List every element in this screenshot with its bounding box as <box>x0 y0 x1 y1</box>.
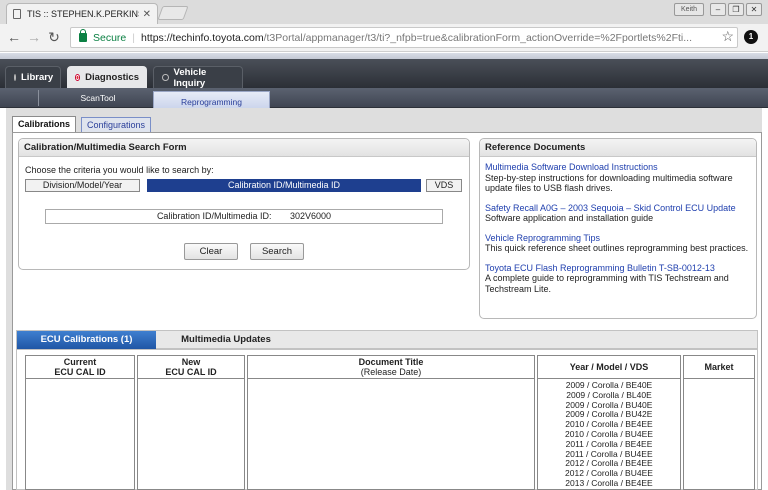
tab-library[interactable]: Library <box>5 66 61 88</box>
document-icon <box>13 9 21 19</box>
list-item: Vehicle Reprogramming Tips This quick re… <box>485 233 753 254</box>
tab-library-label: Library <box>21 72 54 83</box>
browser-tab-title: TIS :: STEPHEN.K.PERKINS <box>26 9 139 19</box>
browser-toolbar: ← → ↻ Secure | https://techinfo.toyota.c… <box>0 24 768 52</box>
radio-icon <box>14 74 16 81</box>
reference-link[interactable]: Safety Recall A0G – 2003 Sequoia – Skid … <box>485 203 753 214</box>
reference-description: A complete guide to reprogramming with T… <box>485 273 729 294</box>
tab-diagnostics-label: Diagnostics <box>85 71 139 83</box>
url-host: https://techinfo.toyota.com <box>141 31 264 44</box>
cell-document-title <box>247 379 535 490</box>
criteria-calibration-id-button[interactable]: Calibration ID/Multimedia ID <box>147 179 421 192</box>
browser-tab[interactable]: TIS :: STEPHEN.K.PERKINS ✕ <box>6 3 158 24</box>
back-arrow-icon[interactable]: ← <box>6 29 22 45</box>
forward-arrow-icon[interactable]: → <box>26 29 42 45</box>
tab-vehicle-inquiry[interactable]: Vehicle Inquiry <box>153 66 243 89</box>
search-form: Calibration/Multimedia Search Form Choos… <box>18 138 470 270</box>
reference-documents: Reference Documents Multimedia Software … <box>479 138 757 319</box>
column-year-model-vds: Year / Model / VDS <box>537 355 681 379</box>
url-path: /t3Portal/appmanager/t3/ti?_nfpb=true&ca… <box>263 31 692 44</box>
reference-documents-title: Reference Documents <box>480 139 756 157</box>
cell-market <box>683 379 755 490</box>
table-row[interactable]: 2009 / Corolla / BE40E 2009 / Corolla / … <box>25 379 755 490</box>
column-header-line: ECU CAL ID <box>165 367 217 377</box>
column-market: Market <box>683 355 755 379</box>
reload-icon[interactable]: ↻ <box>46 29 62 46</box>
app-main-nav: Library Diagnostics Vehicle Inquiry <box>0 59 768 89</box>
close-window-button[interactable]: ✕ <box>746 3 762 16</box>
criteria-division-model-year-button[interactable]: Division/Model/Year <box>25 179 140 192</box>
window-controls: Keith – ❐ ✕ <box>674 3 762 16</box>
tab-scantool[interactable]: ScanTool <box>62 88 134 108</box>
tab-vehicle-inquiry-label: Vehicle Inquiry <box>173 66 207 89</box>
column-header-line: New <box>181 357 201 367</box>
cell-new-ecu-cal-id <box>137 379 245 490</box>
year-model-vds-list: 2009 / Corolla / BE40E 2009 / Corolla / … <box>565 380 653 488</box>
reference-link[interactable]: Toyota ECU Flash Reprogramming Bulletin … <box>485 263 753 274</box>
profile-button[interactable]: Keith <box>674 3 704 16</box>
results-table: Current ECU CAL ID New ECU CAL ID Docume… <box>23 355 757 490</box>
lock-icon <box>79 29 87 42</box>
minimize-button[interactable]: – <box>710 3 726 16</box>
tab-diagnostics[interactable]: Diagnostics <box>67 66 147 88</box>
reference-link[interactable]: Multimedia Software Download Instruction… <box>485 162 753 173</box>
results-table-container: Current ECU CAL ID New ECU CAL ID Docume… <box>16 349 758 490</box>
extension-badge-icon[interactable]: 1 <box>744 30 758 44</box>
clear-button[interactable]: Clear <box>184 243 238 260</box>
maximize-button[interactable]: ❐ <box>728 3 744 16</box>
secure-label: Secure <box>93 31 127 44</box>
table-header-row: Current ECU CAL ID New ECU CAL ID Docume… <box>25 355 755 379</box>
calibration-id-label: Calibration ID/Multimedia ID: <box>156 211 272 221</box>
calibration-id-value: 302V6000 <box>290 211 332 221</box>
tab-multimedia-updates[interactable]: Multimedia Updates <box>162 331 290 349</box>
radio-icon <box>162 74 169 81</box>
column-header-line: ECU CAL ID <box>54 367 106 377</box>
column-header-line: Current <box>63 357 97 367</box>
radio-selected-icon <box>75 73 81 81</box>
list-item: Safety Recall A0G – 2003 Sequoia – Skid … <box>485 203 753 224</box>
cell-current-ecu-cal-id <box>25 379 135 490</box>
browser-tab-strip: TIS :: STEPHEN.K.PERKINS ✕ Keith – ❐ ✕ <box>0 0 768 24</box>
column-new-ecu-cal-id: New ECU CAL ID <box>137 355 245 379</box>
results-tabs: ECU Calibrations (1) Multimedia Updates <box>16 330 758 349</box>
criteria-vds-button[interactable]: VDS <box>426 179 462 192</box>
calibration-id-field[interactable]: Calibration ID/Multimedia ID: 302V6000 <box>45 209 443 224</box>
url-separator: | <box>132 31 136 44</box>
tab-configurations[interactable]: Configurations <box>81 117 152 133</box>
list-item: Multimedia Software Download Instruction… <box>485 162 753 194</box>
bookmark-star-icon[interactable]: ☆ <box>721 28 734 45</box>
reference-description: This quick reference sheet outlines repr… <box>485 243 749 253</box>
sub-nav: ScanTool Reprogramming <box>0 88 768 111</box>
reference-description: Software application and installation gu… <box>485 213 654 223</box>
search-button[interactable]: Search <box>250 243 304 260</box>
column-header-subline: (Release Date) <box>360 367 422 377</box>
cell-year-model-vds: 2009 / Corolla / BE40E 2009 / Corolla / … <box>537 379 681 490</box>
tab-calibrations[interactable]: Calibrations <box>12 116 77 133</box>
list-item: Toyota ECU Flash Reprogramming Bulletin … <box>485 263 753 295</box>
close-tab-icon[interactable]: ✕ <box>143 9 151 20</box>
reference-list: Multimedia Software Download Instruction… <box>485 162 753 303</box>
criteria-label: Choose the criteria you would like to se… <box>25 165 214 175</box>
divider <box>38 90 39 106</box>
new-tab-button[interactable] <box>157 6 189 20</box>
reference-description: Step-by-step instructions for downloadin… <box>485 172 733 194</box>
tab-ecu-calibrations[interactable]: ECU Calibrations (1) <box>17 331 156 349</box>
column-document-title: Document Title (Release Date) <box>247 355 535 379</box>
column-current-ecu-cal-id: Current ECU CAL ID <box>25 355 135 379</box>
search-form-title: Calibration/Multimedia Search Form <box>19 139 469 157</box>
address-bar[interactable]: Secure | https://techinfo.toyota.com /t3… <box>70 27 738 48</box>
reference-link[interactable]: Vehicle Reprogramming Tips <box>485 233 753 244</box>
column-header-line: Document Title <box>358 357 424 367</box>
